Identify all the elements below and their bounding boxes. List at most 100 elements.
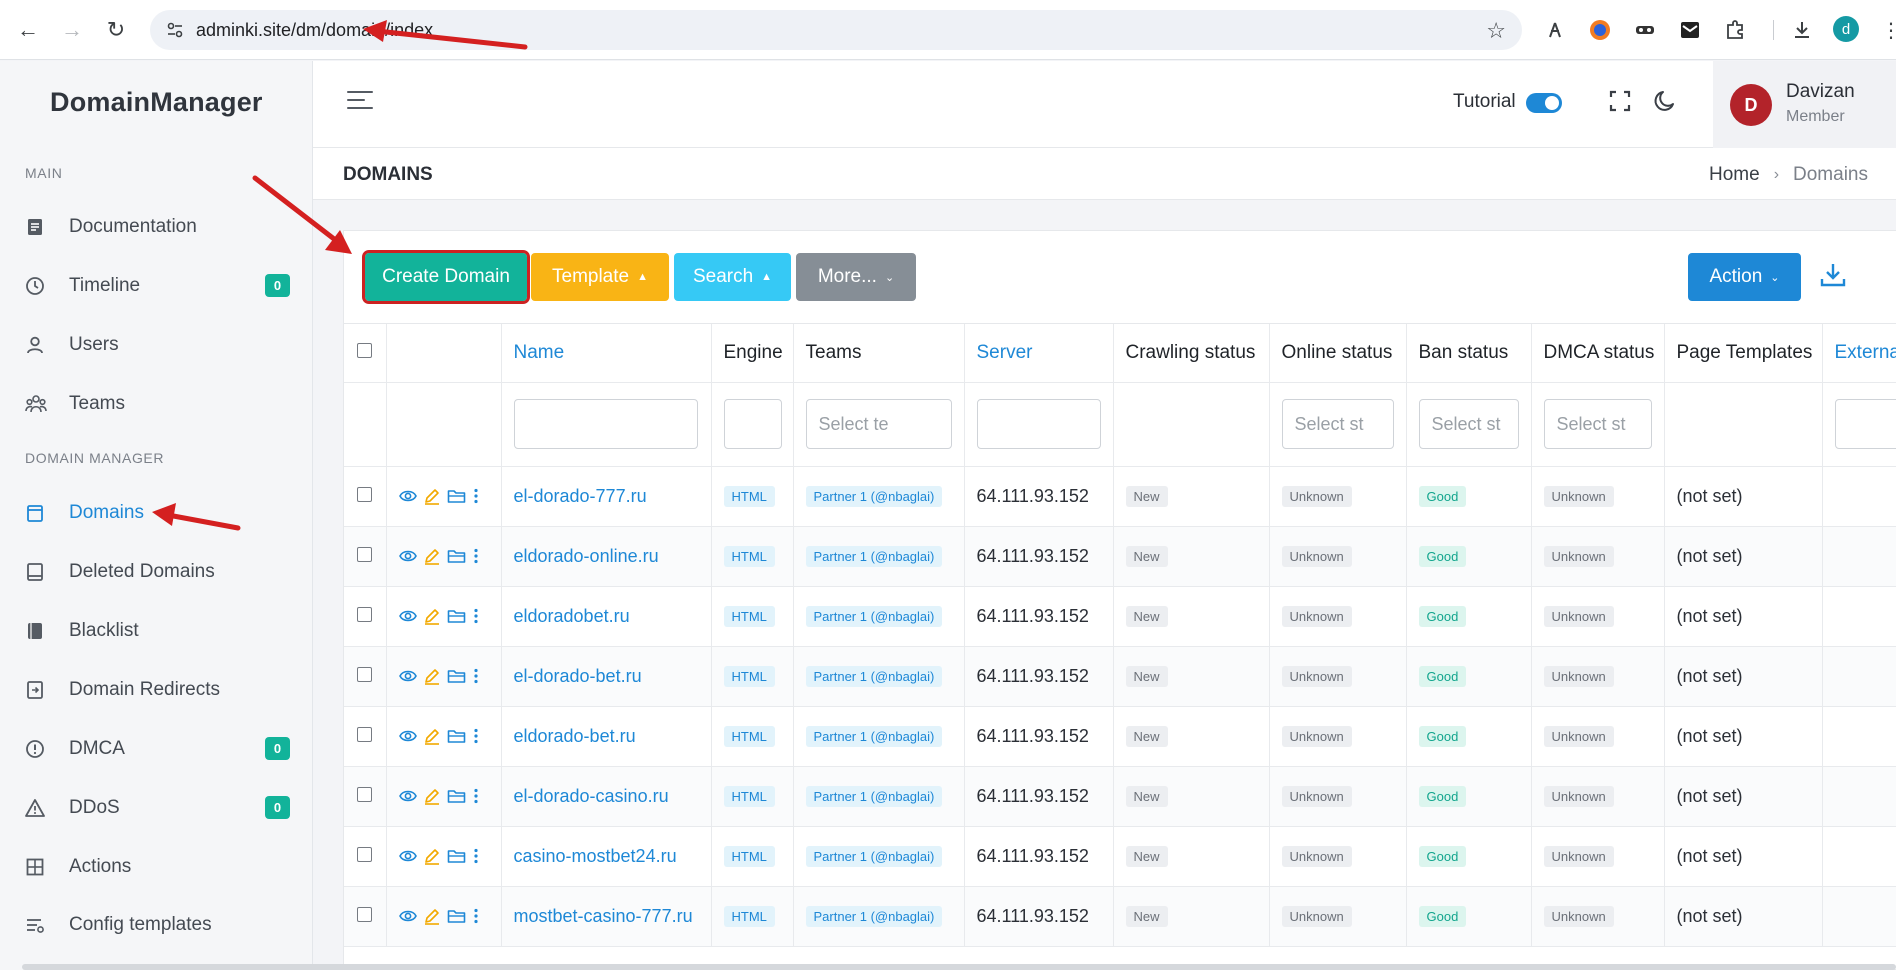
row-checkbox[interactable] (357, 786, 372, 802)
folder-icon[interactable] (447, 727, 466, 745)
action-button[interactable]: Action ⌄ (1688, 253, 1801, 301)
folder-icon[interactable] (447, 607, 466, 625)
edit-pencil-icon[interactable] (423, 487, 441, 505)
engine-filter-input[interactable] (723, 399, 782, 449)
table-row[interactable]: eldorado-online.ru HTML Partner 1 (@nbagla… (344, 526, 1896, 587)
folder-icon[interactable] (447, 907, 466, 925)
more-button[interactable]: More... ⌄ (796, 253, 916, 301)
view-eye-icon[interactable] (398, 847, 417, 865)
sidebar-item-teams[interactable]: Teams (25, 384, 290, 424)
view-eye-icon[interactable] (398, 607, 417, 625)
server-filter-input[interactable] (976, 399, 1101, 449)
domain-name-link[interactable]: eldorado-bet.ru (514, 726, 636, 746)
edit-pencil-icon[interactable] (423, 667, 441, 685)
sidebar-item-ddos[interactable]: DDoS 0 (25, 788, 290, 828)
sidebar-item-dmca[interactable]: DMCA 0 (25, 729, 290, 769)
extensions-puzzle-icon[interactable] (1722, 17, 1748, 43)
table-row[interactable]: mostbet-casino-777.ru HTML Partner 1 (@nba… (344, 886, 1896, 947)
create-domain-button[interactable]: Create Domain (362, 250, 530, 304)
online-status-filter-select[interactable]: Select st (1281, 399, 1394, 449)
row-checkbox[interactable] (357, 546, 372, 562)
more-vertical-icon[interactable] (472, 907, 480, 925)
more-vertical-icon[interactable] (472, 547, 480, 565)
address-bar[interactable]: adminki.site/dm/domain/index ☆ (150, 10, 1522, 50)
teams-filter-select[interactable]: Select te (805, 399, 952, 449)
search-button[interactable]: Search ▲ (674, 253, 791, 301)
domain-name-link[interactable]: casino-mostbet24.ru (514, 846, 677, 866)
extension-mask-icon[interactable] (1632, 17, 1658, 43)
more-vertical-icon[interactable] (472, 847, 480, 865)
menu-toggle-icon[interactable] (347, 91, 373, 115)
select-all-checkbox[interactable] (357, 342, 372, 358)
table-row[interactable]: eldorado-bet.ru HTML Partner 1 (@nbaglai) 6… (344, 706, 1896, 767)
domain-name-link[interactable]: el-dorado-casino.ru (514, 786, 669, 806)
table-row[interactable]: el-dorado-777.ru HTML Partner 1 (@nbaglai)… (344, 466, 1896, 527)
edit-pencil-icon[interactable] (423, 727, 441, 745)
row-checkbox[interactable] (357, 606, 372, 622)
extension-mail-icon[interactable] (1677, 17, 1703, 43)
table-row[interactable]: casino-mostbet24.ru HTML Partner 1 (@nbagl… (344, 826, 1896, 887)
table-row[interactable]: el-dorado-bet.ru HTML Partner 1 (@nbaglai)… (344, 646, 1896, 707)
more-vertical-icon[interactable] (472, 787, 480, 805)
edit-pencil-icon[interactable] (423, 847, 441, 865)
forward-icon[interactable]: → (58, 16, 86, 44)
reload-icon[interactable]: ↻ (102, 16, 130, 44)
sidebar-item-domains[interactable]: Domains (25, 493, 290, 533)
horizontal-scrollbar[interactable] (22, 964, 1896, 970)
extension-color-icon[interactable] (1587, 17, 1613, 43)
table-row[interactable]: eldoradobet.ru HTML Partner 1 (@nbaglai) 64… (344, 586, 1896, 647)
view-eye-icon[interactable] (398, 787, 417, 805)
fullscreen-icon[interactable] (1608, 89, 1632, 113)
sidebar-item-domain-redirects[interactable]: Domain Redirects (25, 670, 290, 710)
sidebar-item-documentation[interactable]: Documentation (25, 207, 290, 247)
extension-arrows-icon[interactable] (1542, 17, 1568, 43)
column-header-name[interactable]: Name (501, 324, 712, 383)
sidebar-item-deleted-domains[interactable]: Deleted Domains (25, 552, 290, 592)
domain-name-link[interactable]: el-dorado-777.ru (514, 486, 647, 506)
sidebar-item-config-templates[interactable]: Config templates (25, 905, 290, 945)
ban-status-filter-select[interactable]: Select st (1418, 399, 1519, 449)
column-header-external[interactable]: Externa (1822, 324, 1896, 383)
brand-logo[interactable]: DomainManager (50, 87, 263, 118)
column-header-server[interactable]: Server (964, 324, 1114, 383)
user-menu[interactable]: D Davizan Member (1713, 61, 1896, 148)
export-download-icon[interactable] (1819, 261, 1847, 289)
more-vertical-icon[interactable] (472, 607, 480, 625)
more-vertical-icon[interactable] (472, 727, 480, 745)
row-checkbox[interactable] (357, 666, 372, 682)
site-settings-icon[interactable] (166, 21, 184, 39)
domain-name-link[interactable]: el-dorado-bet.ru (514, 666, 642, 686)
sidebar-item-blacklist[interactable]: Blacklist (25, 611, 290, 651)
external-filter-input[interactable] (1834, 399, 1896, 449)
domain-name-link[interactable]: eldoradobet.ru (514, 606, 630, 626)
back-icon[interactable]: ← (14, 16, 42, 44)
view-eye-icon[interactable] (398, 727, 417, 745)
edit-pencil-icon[interactable] (423, 547, 441, 565)
bookmark-star-icon[interactable]: ☆ (1486, 18, 1506, 44)
folder-icon[interactable] (447, 547, 466, 565)
view-eye-icon[interactable] (398, 547, 417, 565)
folder-icon[interactable] (447, 787, 466, 805)
breadcrumb-home[interactable]: Home (1709, 164, 1760, 186)
domain-name-link[interactable]: mostbet-casino-777.ru (514, 906, 693, 926)
sidebar-item-actions[interactable]: Actions (25, 847, 290, 887)
domains-table-wrapper[interactable]: Name Engine Teams Server Crawling status… (344, 323, 1896, 970)
table-row[interactable]: el-dorado-casino.ru HTML Partner 1 (@nbagl… (344, 766, 1896, 827)
dmca-status-filter-select[interactable]: Select st (1543, 399, 1652, 449)
template-button[interactable]: Template ▲ (531, 253, 669, 301)
row-checkbox[interactable] (357, 846, 372, 862)
edit-pencil-icon[interactable] (423, 787, 441, 805)
dark-mode-moon-icon[interactable] (1653, 88, 1679, 114)
url-text[interactable]: adminki.site/dm/domain/index (196, 20, 433, 41)
domain-name-link[interactable]: eldorado-online.ru (514, 546, 659, 566)
row-checkbox[interactable] (357, 726, 372, 742)
view-eye-icon[interactable] (398, 667, 417, 685)
more-vertical-icon[interactable] (472, 667, 480, 685)
edit-pencil-icon[interactable] (423, 907, 441, 925)
profile-avatar[interactable]: d (1833, 16, 1859, 42)
tutorial-toggle[interactable] (1526, 93, 1562, 113)
download-icon[interactable] (1789, 17, 1815, 43)
sidebar-item-timeline[interactable]: Timeline 0 (25, 266, 290, 306)
sidebar-item-users[interactable]: Users (25, 325, 290, 365)
chrome-menu-icon[interactable]: ⋮ (1878, 17, 1896, 43)
